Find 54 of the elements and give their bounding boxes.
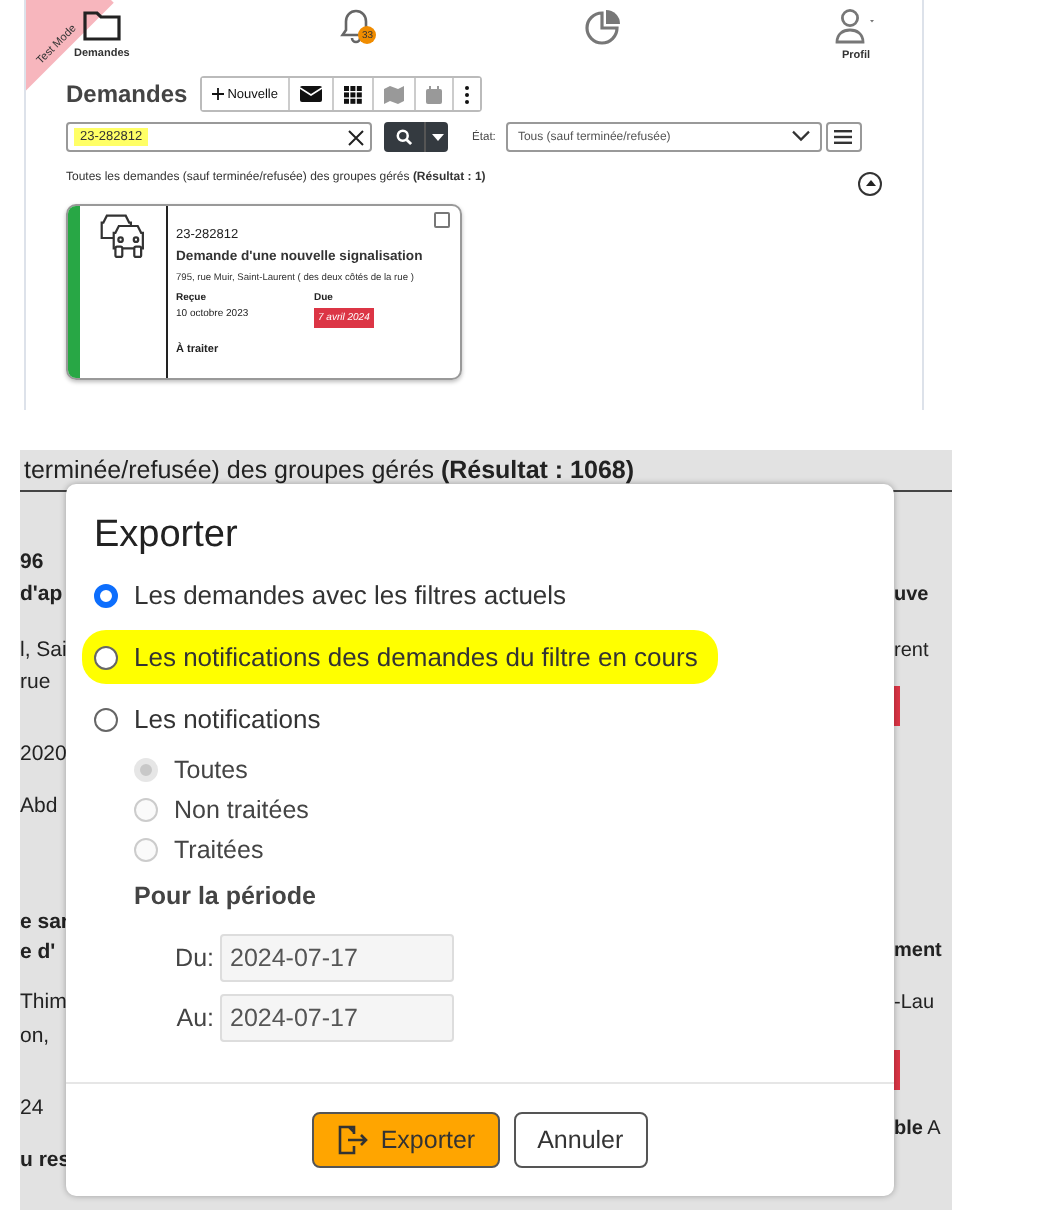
date-badge — [894, 686, 900, 726]
period-title: Pour la période — [134, 882, 318, 914]
cancel-button[interactable]: Annuler — [513, 1112, 648, 1168]
search-options-button[interactable] — [424, 122, 448, 152]
export-option[interactable]: Les notifications — [94, 696, 866, 742]
date-label: Au: — [174, 1004, 214, 1032]
user-icon — [834, 8, 878, 44]
background-text: rent — [894, 638, 929, 664]
background-text: 2020 — [20, 742, 66, 768]
radio-button[interactable] — [94, 707, 118, 731]
map-icon — [384, 85, 404, 103]
folder-icon — [81, 8, 122, 42]
background-text: uve — [894, 582, 929, 608]
background-text: e sar — [20, 910, 66, 936]
date-label: Du: — [174, 944, 214, 972]
background-text: ble A — [894, 1116, 941, 1142]
background-text: -Lau — [894, 990, 935, 1016]
export-file-icon — [336, 1124, 369, 1156]
search-icon — [396, 128, 412, 146]
caret-up-icon — [865, 180, 875, 186]
pie-chart-icon — [583, 8, 624, 48]
radio-button[interactable] — [94, 645, 118, 669]
plus-icon — [211, 88, 224, 100]
export-option[interactable]: Les demandes avec les filtres actuels — [94, 572, 866, 618]
background-text: 96 — [20, 550, 46, 576]
background-text: d'ap — [20, 582, 65, 608]
background-text: l, Sai — [20, 638, 66, 664]
background-text: on, — [20, 1024, 52, 1050]
calendar-icon — [426, 85, 442, 103]
export-option[interactable]: Les notifications des demandes du filtre en cours — [82, 630, 718, 684]
radio-button[interactable] — [94, 583, 118, 607]
background-text: Thim — [20, 990, 66, 1016]
chevron-down-icon — [791, 129, 810, 141]
caret-icon — [431, 133, 443, 141]
page-title: Demandes — [66, 80, 188, 108]
background-text: 24 — [20, 1096, 46, 1122]
search-button[interactable] — [384, 122, 424, 152]
grid-icon — [344, 85, 362, 103]
list-icon — [834, 130, 853, 144]
more-button[interactable] — [452, 78, 480, 110]
background-text: rue — [20, 670, 53, 696]
bell-icon — [340, 8, 373, 44]
collapse-button[interactable] — [858, 171, 882, 195]
export-button[interactable]: Exporter — [312, 1112, 500, 1168]
close-icon[interactable] — [348, 129, 364, 145]
date-badge — [894, 1050, 900, 1090]
envelope-icon — [300, 86, 322, 102]
select-checkbox[interactable] — [434, 212, 450, 228]
background-text: Abd — [20, 794, 60, 820]
background-text: e d' — [20, 940, 58, 966]
more-vertical-icon — [464, 85, 470, 103]
background-text: ment — [894, 938, 942, 964]
dialog-title: Exporter — [94, 512, 240, 560]
list-view-button[interactable] — [825, 122, 862, 152]
